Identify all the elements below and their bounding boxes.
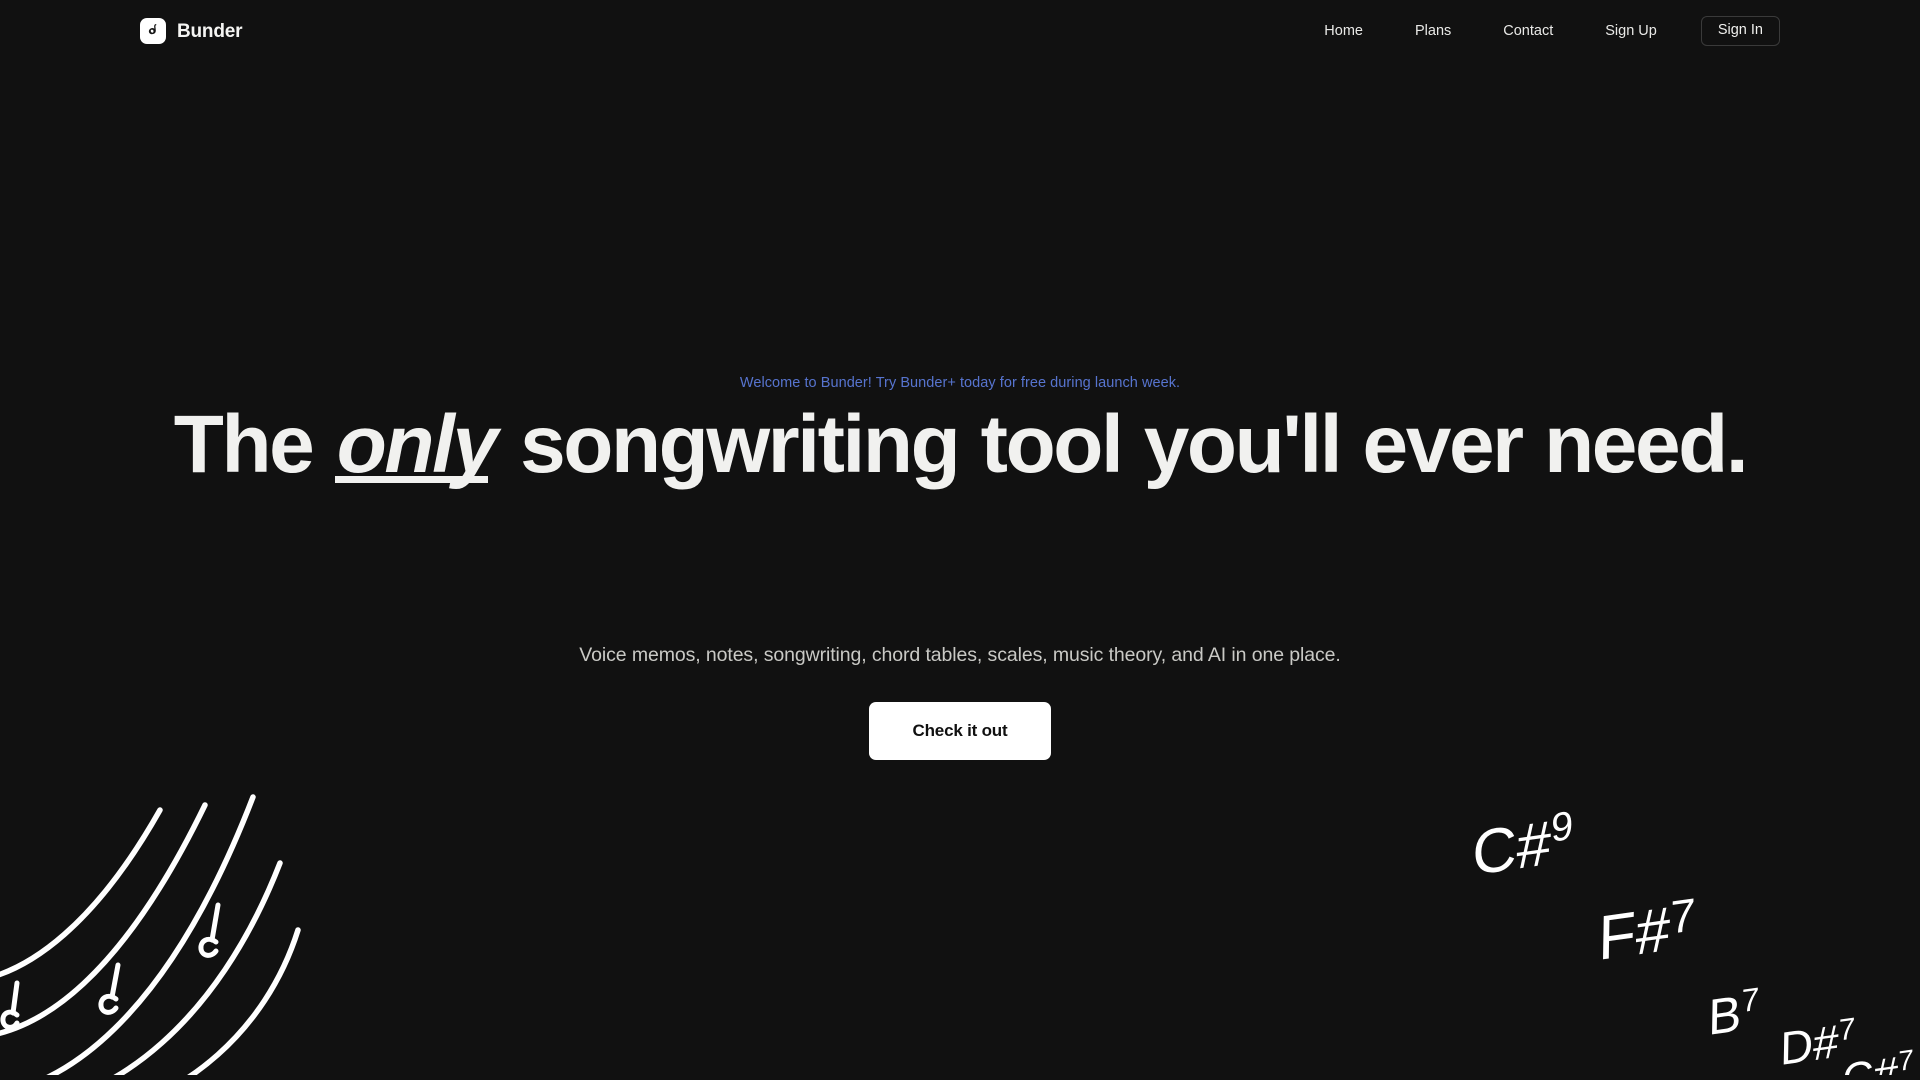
chord-symbol-f-sharp-7: F#7 xyxy=(1598,888,1696,974)
headline-part-after: songwriting tool you'll ever need. xyxy=(497,399,1749,490)
brand-logo-link[interactable]: Bunder xyxy=(140,18,243,44)
headline-emphasis-only: only xyxy=(334,399,498,490)
page-title: The only songwriting tool you'll ever ne… xyxy=(80,399,1840,490)
hand-drawn-chord-symbols-decoration: C#9 F#7 B7 D#7 C#7 xyxy=(1450,785,1920,1080)
chord-symbol-c-sharp-9: C#9 xyxy=(1472,802,1574,889)
hero-subheadline: Voice memos, notes, songwriting, chord t… xyxy=(579,644,1341,666)
check-it-out-button[interactable]: Check it out xyxy=(869,702,1051,760)
cta-container: Check it out xyxy=(0,702,1920,760)
announcement-banner-link[interactable]: Welcome to Bunder! Try Bunder+ today for… xyxy=(0,375,1920,391)
nav-link-contact[interactable]: Contact xyxy=(1477,16,1579,46)
nav-link-sign-up[interactable]: Sign Up xyxy=(1579,16,1683,46)
chord-symbol-b-7: B7 xyxy=(1708,980,1760,1046)
nav-links-group: Home Plans Contact Sign Up Sign In xyxy=(1298,16,1780,46)
bunder-spiral-note-icon xyxy=(140,18,166,44)
brand-name: Bunder xyxy=(177,20,243,42)
sign-in-button[interactable]: Sign In xyxy=(1700,16,1780,46)
nav-link-plans[interactable]: Plans xyxy=(1389,16,1477,46)
chord-symbol-c-sharp-7: C#7 xyxy=(1842,1043,1914,1075)
headline-part-before: The xyxy=(173,399,335,490)
top-navigation-bar: Bunder Home Plans Contact Sign Up Sign I… xyxy=(0,0,1920,64)
chord-symbol-d-sharp-7: D#7 xyxy=(1780,1012,1856,1075)
hand-drawn-music-staff-decoration xyxy=(0,775,330,1080)
hero-section: Welcome to Bunder! Try Bunder+ today for… xyxy=(0,0,1920,1080)
nav-link-home[interactable]: Home xyxy=(1298,16,1389,46)
